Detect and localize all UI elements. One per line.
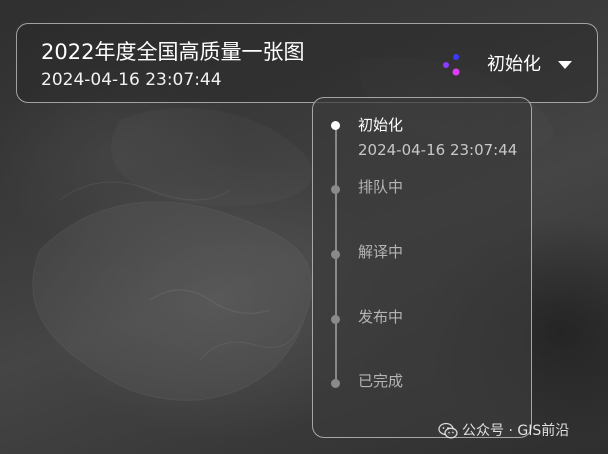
task-timestamp: 2024-04-16 23:07:44 [41, 70, 222, 90]
timeline-dot [331, 185, 340, 194]
timeline-step-label: 解译中 [358, 243, 404, 261]
timeline-dot [331, 250, 340, 259]
timeline-step-publishing: 发布中 [313, 306, 523, 346]
caret-down-icon [558, 61, 572, 69]
timeline-step-time: 2024-04-16 23:07:44 [358, 141, 518, 159]
timeline-step-initializing: 初始化 2024-04-16 23:07:44 [313, 112, 523, 159]
timeline-step-completed: 已完成 [313, 370, 523, 410]
status-label: 初始化 [487, 54, 541, 75]
timeline-step-label: 排队中 [358, 178, 404, 196]
timeline-step-interpreting: 解译中 [313, 241, 523, 281]
status-dropdown-toggle[interactable]: 初始化 [441, 50, 591, 80]
spinner-dots-icon [443, 54, 460, 76]
timeline-step-queued: 排队中 [313, 176, 523, 216]
timeline-dot-active [331, 121, 340, 130]
timeline-dot [331, 379, 340, 388]
timeline-dot [331, 315, 340, 324]
timeline-step-label: 发布中 [358, 308, 404, 326]
timeline-step-label: 已完成 [358, 372, 404, 390]
watermark-text: 公众号 · GIS前沿 [462, 423, 570, 439]
wechat-icon [438, 422, 458, 439]
timeline-step-label: 初始化 [358, 116, 404, 134]
task-title: 2022年度全国高质量一张图 [41, 40, 305, 64]
task-header-card: 2022年度全国高质量一张图 2024-04-16 23:07:44 初始化 [16, 23, 598, 103]
status-timeline-panel: 初始化 2024-04-16 23:07:44 排队中 解译中 发布中 已完成 [312, 97, 532, 438]
